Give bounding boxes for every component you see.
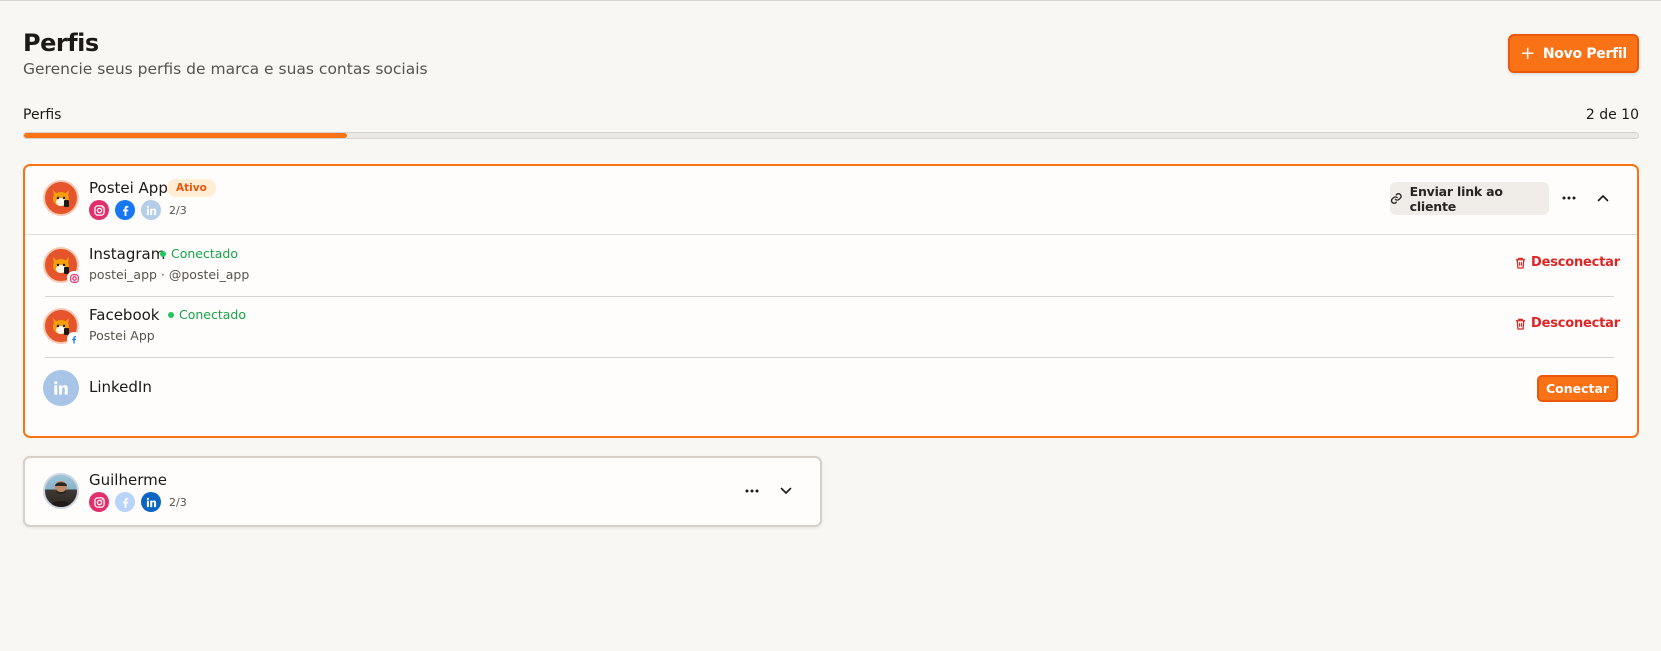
status-dot-icon: [160, 250, 166, 257]
page-subtitle: Gerencie seus perfis de marca e suas con…: [23, 60, 428, 78]
linkedin-icon: [54, 381, 68, 395]
fox-mascot-icon: [53, 190, 69, 207]
connect-button[interactable]: Conectar: [1537, 375, 1618, 402]
account-network-name: Facebook: [89, 306, 160, 324]
instagram-icon: [89, 200, 109, 220]
trash-icon: [1515, 318, 1526, 330]
facebook-icon: [115, 492, 135, 512]
quota-count: 2 de 10: [1585, 107, 1639, 123]
profile-card-postei-app: Postei App Ativo 2/3 Enviar link ao clie…: [23, 164, 1639, 438]
network-icons: 2/3: [89, 492, 187, 512]
page-title: Perfis: [23, 29, 99, 57]
more-horizontal-icon: [745, 489, 759, 493]
connection-status: Conectado: [160, 246, 238, 261]
send-link-label: Enviar link ao cliente: [1409, 183, 1503, 214]
expand-button[interactable]: [772, 477, 800, 505]
status-text: Conectado: [179, 307, 247, 322]
facebook-badge-icon: [67, 332, 81, 346]
more-horizontal-icon: [1562, 196, 1576, 200]
profile-card-guilherme[interactable]: Guilherme 2/3: [23, 456, 822, 527]
account-network-name: Instagram: [89, 245, 166, 263]
facebook-icon: [115, 200, 135, 220]
profile-avatar: [43, 180, 79, 216]
connected-count: 2/3: [169, 203, 187, 217]
row-divider: [45, 357, 1614, 358]
chevron-up-icon: [1597, 195, 1609, 202]
disconnect-button[interactable]: Desconectar: [1515, 316, 1620, 331]
quota-progress-bar: [23, 132, 1639, 139]
disconnect-label: Desconectar: [1531, 255, 1620, 270]
profile-name: Guilherme: [89, 471, 167, 489]
quota-progress-fill: [24, 133, 347, 138]
more-options-button[interactable]: [1555, 184, 1583, 212]
chevron-down-icon: [780, 487, 792, 494]
linkedin-icon: [141, 492, 161, 512]
account-network-name: LinkedIn: [89, 378, 152, 396]
new-profile-label: Novo Perfil: [1542, 45, 1627, 62]
facebook-account-avatar: [43, 308, 81, 346]
card-divider: [25, 234, 1637, 235]
instagram-icon: [89, 492, 109, 512]
more-options-button[interactable]: [738, 477, 766, 505]
quota-label: Perfis: [23, 107, 62, 123]
status-badge: Ativo: [167, 179, 216, 197]
profile-avatar: [43, 473, 79, 509]
network-icons: 2/3: [89, 200, 187, 220]
trash-icon: [1515, 257, 1526, 269]
send-link-button[interactable]: Enviar link ao cliente: [1390, 182, 1549, 215]
link-icon: [1390, 193, 1402, 204]
instagram-account-avatar: [43, 247, 81, 285]
linkedin-icon: [141, 200, 161, 220]
person-photo-icon: [50, 481, 72, 507]
connection-status: Conectado: [168, 307, 246, 322]
linkedin-account-avatar: [43, 370, 79, 406]
collapse-button[interactable]: [1589, 184, 1617, 212]
row-divider: [45, 296, 1614, 297]
profile-name: Postei App: [89, 179, 168, 197]
status-dot-icon: [168, 311, 174, 318]
account-detail: postei_app · @postei_app: [89, 267, 250, 282]
connected-count: 2/3: [169, 495, 187, 509]
account-detail: Postei App: [89, 328, 155, 343]
plus-icon: +: [1520, 42, 1535, 64]
status-text: Conectado: [171, 246, 239, 261]
disconnect-label: Desconectar: [1531, 316, 1620, 331]
page-header: Perfis Gerencie seus perfis de marca e s…: [23, 27, 428, 78]
disconnect-button[interactable]: Desconectar: [1515, 255, 1620, 270]
new-profile-button[interactable]: + Novo Perfil: [1508, 34, 1639, 73]
instagram-badge-icon: [67, 271, 81, 285]
